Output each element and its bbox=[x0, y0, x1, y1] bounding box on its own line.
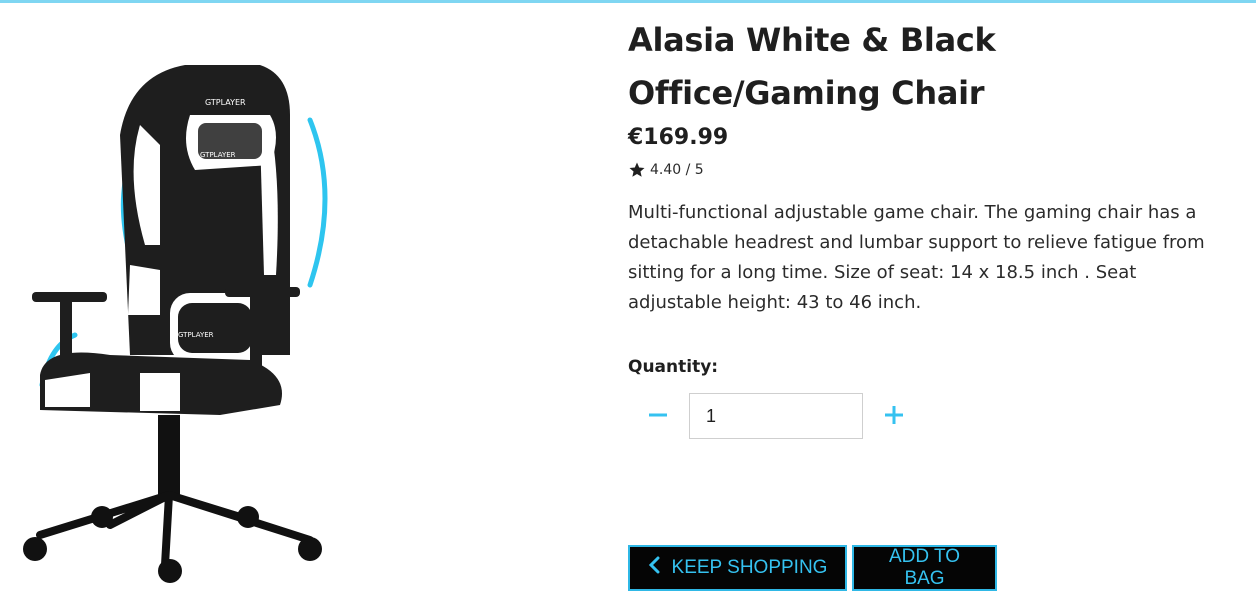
top-accent-bar bbox=[0, 0, 1256, 3]
add-to-bag-label: ADD TO BAG bbox=[888, 546, 961, 589]
chevron-left-icon bbox=[648, 556, 660, 580]
product-description: Multi-functional adjustable game chair. … bbox=[628, 202, 1205, 313]
product-info: Alasia White & Black Office/Gaming Chair… bbox=[628, 14, 1238, 440]
product-actions: KEEP SHOPPING ADD TO BAG bbox=[628, 545, 997, 591]
quantity-label: Quantity: bbox=[628, 357, 719, 377]
plus-icon bbox=[884, 405, 904, 428]
star-icon bbox=[628, 161, 646, 179]
add-to-bag-button[interactable]: ADD TO BAG bbox=[852, 545, 997, 591]
product-title: Alasia White & Black Office/Gaming Chair bbox=[628, 21, 996, 112]
quantity-input[interactable] bbox=[689, 393, 863, 439]
svg-text:GTPLAYER: GTPLAYER bbox=[200, 151, 236, 159]
svg-text:GTPLAYER: GTPLAYER bbox=[178, 331, 214, 339]
decrement-button[interactable] bbox=[628, 392, 688, 440]
product-price: €169.99 bbox=[628, 125, 729, 150]
rating-value: 4.40 / 5 bbox=[650, 162, 704, 178]
minus-icon bbox=[648, 405, 668, 428]
quantity-stepper bbox=[628, 392, 1238, 440]
svg-text:GTPLAYER: GTPLAYER bbox=[205, 98, 246, 107]
keep-shopping-button[interactable]: KEEP SHOPPING bbox=[628, 545, 847, 591]
product-rating: 4.40 / 5 bbox=[628, 160, 1238, 180]
gaming-chair-image: GTPLAYER GTPLAYER GTPLAYER bbox=[23, 65, 328, 583]
increment-button[interactable] bbox=[864, 392, 924, 440]
product-image: GTPLAYER GTPLAYER GTPLAYER bbox=[20, 55, 340, 595]
keep-shopping-label: KEEP SHOPPING bbox=[671, 557, 828, 578]
